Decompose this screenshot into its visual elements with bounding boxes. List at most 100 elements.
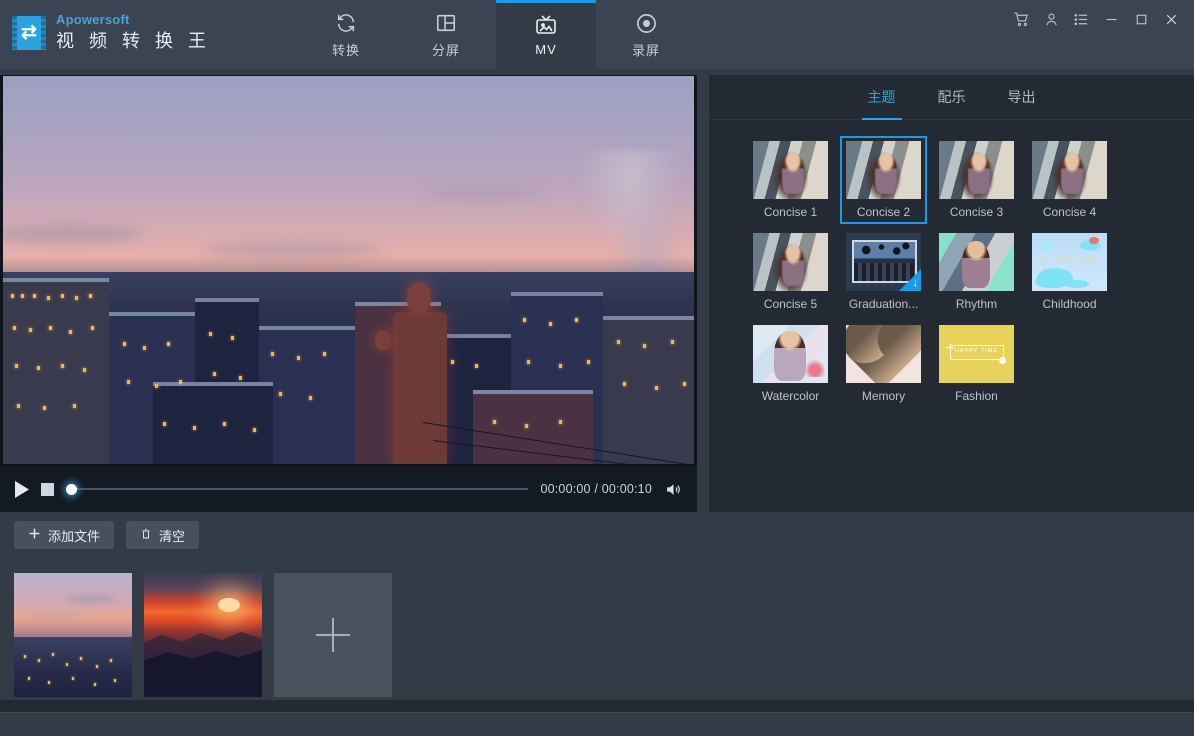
- video-preview[interactable]: [3, 76, 694, 464]
- theme-thumbnail: [753, 233, 828, 291]
- theme-thumbnail: [939, 141, 1014, 199]
- tab-export[interactable]: 导出: [1002, 75, 1042, 120]
- tab-mv-label: MV: [535, 42, 557, 57]
- play-button[interactable]: [14, 481, 29, 498]
- theme-label: Memory: [862, 389, 905, 403]
- theme-label: Childhood: [1042, 297, 1096, 311]
- tab-theme-label: 主题: [868, 87, 896, 107]
- minimize-button[interactable]: [1096, 4, 1126, 34]
- theme-label: Rhythm: [956, 297, 997, 311]
- building: [153, 382, 273, 464]
- tab-convert[interactable]: 转换: [296, 0, 396, 69]
- brand-logo-group: ⇄ Apowersoft 视 频 转 换 王: [12, 12, 211, 53]
- main-nav-tabs: 转换 分屏: [296, 0, 696, 69]
- theme-item-rhythm[interactable]: Rhythm: [935, 230, 1018, 314]
- plus-icon: [28, 527, 41, 543]
- cloud: [423, 186, 543, 200]
- title-bar: ⇄ Apowersoft 视 频 转 换 王 转换: [0, 0, 1194, 69]
- volume-icon[interactable]: [664, 481, 683, 498]
- tab-mv[interactable]: MV: [496, 0, 596, 69]
- add-file-button[interactable]: 添加文件: [14, 521, 114, 549]
- stop-button[interactable]: [41, 483, 54, 496]
- tab-record-screen[interactable]: 录屏: [596, 0, 696, 69]
- cityscape: [3, 272, 694, 464]
- theme-item-childhood[interactable]: MY GROWTH RECORD Childhood: [1028, 230, 1111, 314]
- plus-icon: [316, 618, 350, 652]
- split-screen-icon: [433, 10, 459, 36]
- seek-thumb[interactable]: [66, 484, 77, 495]
- theme-item-fashion[interactable]: + HAPPY TIME Fashion: [935, 322, 1018, 406]
- fashion-art-text: HAPPY TIME: [939, 348, 1014, 354]
- cart-icon[interactable]: [1006, 4, 1036, 34]
- seek-slider[interactable]: [66, 481, 528, 497]
- clear-label: 清空: [159, 526, 185, 545]
- film-perf-left: [12, 16, 17, 50]
- theme-thumbnail: MY GROWTH RECORD: [1032, 233, 1107, 291]
- theme-thumbnail: [753, 141, 828, 199]
- convert-arrows-icon: ⇄: [21, 23, 37, 42]
- theme-label: Concise 3: [950, 205, 1003, 219]
- seek-track: [66, 488, 528, 490]
- preview-panel: 00:00:00 / 00:00:10: [0, 75, 697, 512]
- theme-thumbnail: [846, 325, 921, 383]
- add-file-label: 添加文件: [48, 526, 100, 545]
- theme-item-memory[interactable]: Memory: [842, 322, 925, 406]
- theme-label: Concise 2: [857, 205, 910, 219]
- app-logo-icon: ⇄: [12, 16, 46, 50]
- status-bar: [0, 712, 1194, 736]
- theme-label: Concise 4: [1043, 205, 1096, 219]
- time-display: 00:00:00 / 00:00:10: [540, 482, 652, 496]
- maximize-button[interactable]: [1126, 4, 1156, 34]
- tab-record-screen-label: 录屏: [632, 40, 660, 59]
- dome: [375, 330, 391, 350]
- theme-label: Fashion: [955, 389, 998, 403]
- tab-soundtrack-label: 配乐: [938, 87, 966, 107]
- theme-grid: Concise 1 Concise 2 Concise 3 Concise 4 …: [709, 120, 1194, 406]
- theme-item-concise-4[interactable]: Concise 4: [1028, 138, 1111, 222]
- cloud: [203, 244, 383, 256]
- film-perf-right: [41, 16, 46, 50]
- tab-convert-label: 转换: [332, 40, 360, 59]
- theme-item-concise-3[interactable]: Concise 3: [935, 138, 1018, 222]
- theme-item-concise-1[interactable]: Concise 1: [749, 138, 832, 222]
- clear-button[interactable]: 清空: [126, 521, 199, 549]
- childhood-art-text: MY GROWTH RECORD: [1032, 257, 1107, 263]
- theme-item-watercolor[interactable]: Watercolor: [749, 322, 832, 406]
- tab-export-label: 导出: [1008, 87, 1036, 107]
- theme-thumbnail: ↓: [846, 233, 921, 291]
- theme-thumbnail: [1032, 141, 1107, 199]
- theme-panel: 主题 配乐 导出 Concise 1 Concise 2 Concise 3: [709, 75, 1194, 512]
- theme-label: Concise 5: [764, 297, 817, 311]
- tab-split-screen[interactable]: 分屏: [396, 0, 496, 69]
- media-item-city-sunset[interactable]: [14, 573, 132, 697]
- theme-thumbnail: + HAPPY TIME: [939, 325, 1014, 383]
- tab-split-screen-label: 分屏: [432, 40, 460, 59]
- panel-tabs: 主题 配乐 导出: [709, 75, 1194, 120]
- record-icon: [633, 10, 659, 36]
- brand-name: Apowersoft: [56, 12, 211, 28]
- theme-item-concise-2[interactable]: Concise 2: [842, 138, 925, 222]
- brand-subtitle: 视 频 转 换 王: [56, 29, 211, 53]
- tv-icon: [533, 12, 559, 38]
- add-media-placeholder[interactable]: [274, 573, 392, 697]
- theme-item-graduation[interactable]: ↓ Graduation...: [842, 230, 925, 314]
- user-icon[interactable]: [1036, 4, 1066, 34]
- theme-label: Concise 1: [764, 205, 817, 219]
- tab-soundtrack[interactable]: 配乐: [932, 75, 972, 120]
- media-item-mountain-sunset[interactable]: [144, 573, 262, 697]
- theme-thumbnail: [846, 141, 921, 199]
- theme-thumbnail: [753, 325, 828, 383]
- download-arrow-icon: ↓: [913, 278, 919, 289]
- footer-divider: [0, 700, 1194, 712]
- tab-theme[interactable]: 主题: [862, 75, 902, 120]
- building: [603, 316, 694, 464]
- theme-label: Watercolor: [762, 389, 820, 403]
- menu-list-icon[interactable]: [1066, 4, 1096, 34]
- building: [3, 278, 109, 464]
- refresh-icon: [333, 10, 359, 36]
- file-toolbar: 添加文件 清空: [14, 521, 199, 549]
- building: [259, 326, 355, 464]
- app-window: ⇄ Apowersoft 视 频 转 换 王 转换: [0, 0, 1194, 736]
- theme-item-concise-5[interactable]: Concise 5: [749, 230, 832, 314]
- close-button[interactable]: [1156, 4, 1186, 34]
